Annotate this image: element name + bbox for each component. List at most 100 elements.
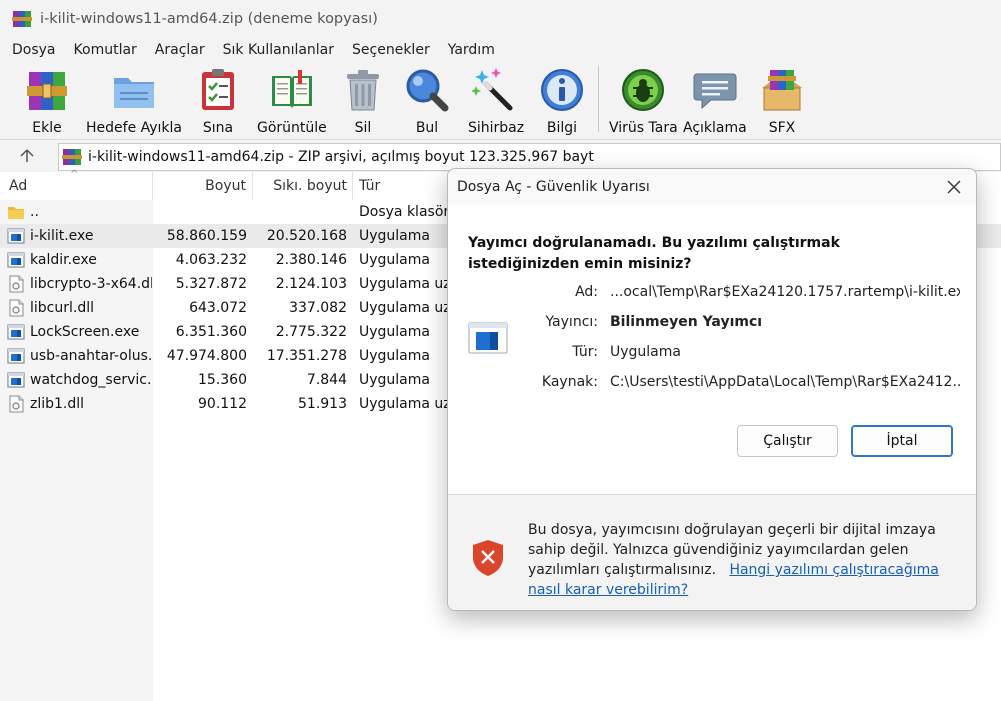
virus-scan-button-label: Virüs Tara — [609, 120, 678, 136]
column-header-size-label: Boyut — [205, 178, 246, 194]
file-packed-size — [253, 200, 347, 224]
file-packed-size: 17.351.278 — [266, 348, 347, 364]
file-type: Uygulama — [359, 324, 430, 340]
file-type: Uygulama — [359, 348, 430, 364]
info-button-label: Bilgi — [546, 120, 578, 136]
name-label: Ad: — [575, 284, 598, 300]
test-clipboard-icon — [202, 69, 234, 110]
application-icon — [7, 348, 25, 364]
menu-araclar[interactable]: Araçlar — [146, 42, 214, 58]
file-name: usb-anahtar-olus... — [30, 348, 152, 364]
view-button-label: Görüntüle — [257, 120, 327, 136]
open-book-icon — [271, 70, 312, 108]
dialog-title-bar: Dosya Aç - Güvenlik Uyarısı — [448, 169, 976, 205]
file-packed-size: 51.913 — [298, 396, 347, 412]
address-bar: i-kilit-windows11-amd64.zip - ZIP arşivi… — [0, 141, 1001, 171]
dialog-heading: Yayımcı doğrulanamadı. Bu yazılımı çalış… — [468, 235, 840, 272]
file-name: kaldir.exe — [30, 252, 97, 268]
folder-icon — [8, 207, 24, 219]
title-bar: i-kilit-windows11-amd64.zip (deneme kopy… — [0, 0, 1001, 38]
speech-bubble-icon — [693, 73, 737, 110]
find-button-label: Bul — [415, 120, 439, 136]
file-size: 6.351.360 — [175, 324, 247, 340]
comment-button[interactable]: Açıklama — [683, 66, 747, 136]
file-packed-size: 2.380.146 — [275, 252, 347, 268]
warning-shield-icon — [473, 540, 503, 576]
application-icon — [7, 372, 25, 388]
dll-file-icon — [9, 275, 24, 293]
magic-wand-icon — [472, 68, 513, 111]
file-type: Uygulama uzantısı — [359, 276, 449, 292]
file-size: 15.360 — [198, 372, 247, 388]
file-packed-size: 20.520.168 — [266, 228, 347, 244]
sfx-button[interactable]: SFX — [758, 66, 806, 136]
column-header-type[interactable]: Tür — [359, 172, 449, 200]
address-field[interactable]: i-kilit-windows11-amd64.zip - ZIP arşivi… — [58, 143, 1001, 171]
column-header-name-label: Ad — [9, 178, 28, 194]
dll-file-icon — [9, 299, 24, 317]
file-size: 4.063.232 — [175, 252, 247, 268]
virus-scan-button[interactable]: Virüs Tara — [609, 66, 678, 136]
run-button[interactable]: Çalıştır — [737, 425, 838, 457]
trash-can-icon — [347, 70, 379, 111]
arrow-up-icon — [20, 149, 34, 162]
file-size — [153, 200, 247, 224]
file-size: 90.112 — [198, 396, 247, 412]
file-size: 58.860.159 — [166, 228, 247, 244]
delete-button[interactable]: Sil — [339, 66, 387, 136]
file-packed-size: 2.124.103 — [275, 276, 347, 292]
virus-bug-icon — [622, 69, 665, 111]
dialog-footer: Bu dosya, yayımcısını doğrulayan geçerli… — [448, 495, 976, 610]
source-value: C:\Users\testi\AppData\Local\Temp\Rar$EX… — [610, 374, 960, 390]
address-text: i-kilit-windows11-amd64.zip - ZIP arşivi… — [88, 149, 594, 165]
add-button-label: Ekle — [32, 120, 62, 136]
file-type: Uygulama — [359, 372, 430, 388]
dialog-body: Yayımcı doğrulanamadı. Bu yazılımı çalış… — [448, 205, 976, 494]
file-name: libcrypto-3-x64.dll — [30, 276, 152, 292]
footer-text: Bu dosya, yayımcısını doğrulayan geçerli… — [528, 520, 968, 600]
file-type: Uygulama uzantısı — [359, 396, 449, 412]
menu-yardim[interactable]: Yardım — [439, 42, 504, 58]
security-warning-dialog: Dosya Aç - Güvenlik Uyarısı Yayımcı doğr… — [447, 168, 977, 611]
wizard-button[interactable]: Sihirbaz — [468, 66, 524, 136]
menu-sik-kullanilanlar[interactable]: Sık Kullanılanlar — [214, 42, 343, 58]
wizard-button-label: Sihirbaz — [468, 120, 525, 136]
column-header-type-label: Tür — [359, 178, 381, 194]
file-type: Uygulama — [359, 252, 430, 268]
toolbar-separator — [598, 66, 599, 132]
source-label: Kaynak: — [541, 374, 598, 390]
view-button[interactable]: Görüntüle — [257, 66, 327, 136]
menu-dosya[interactable]: Dosya — [0, 42, 65, 58]
add-button[interactable]: Ekle — [23, 66, 71, 136]
column-header-packed[interactable]: Sıkı. boyut — [253, 172, 353, 200]
file-name: LockScreen.exe — [30, 324, 140, 340]
info-button[interactable]: Bilgi — [538, 66, 586, 136]
file-name: .. — [30, 204, 39, 220]
add-archive-icon — [27, 72, 67, 110]
sfx-button-label: SFX — [768, 120, 796, 136]
extract-to-button[interactable]: Hedefe Ayıkla — [86, 66, 182, 136]
file-packed-size: 337.082 — [289, 300, 347, 316]
dll-file-icon — [9, 395, 24, 413]
dialog-close-button[interactable] — [944, 177, 964, 197]
menu-secenekler[interactable]: Seçenekler — [343, 42, 439, 58]
window-title: i-kilit-windows11-amd64.zip (deneme kopy… — [40, 11, 378, 27]
menu-komutlar[interactable]: Komutlar — [65, 42, 146, 58]
file-name: watchdog_servic... — [30, 372, 152, 388]
column-header-name[interactable]: Ad — [0, 172, 153, 200]
file-type: Dosya klasörü — [359, 204, 449, 220]
publisher-label: Yayıncı: — [545, 314, 598, 330]
test-button-label: Sına — [202, 120, 234, 136]
file-packed-size: 7.844 — [306, 372, 347, 388]
cancel-button[interactable]: İptal — [851, 425, 953, 457]
column-header-size[interactable]: Boyut — [153, 172, 253, 200]
file-name: i-kilit.exe — [30, 228, 94, 244]
publisher-value: Bilinmeyen Yayımcı — [610, 314, 763, 330]
application-icon — [7, 228, 25, 244]
test-button[interactable]: Sına — [194, 66, 242, 136]
sfx-box-icon — [762, 70, 802, 111]
file-size: 643.072 — [189, 300, 247, 316]
folder-icon — [114, 78, 154, 108]
up-folder-button[interactable] — [10, 145, 44, 167]
find-button[interactable]: Bul — [403, 66, 451, 136]
